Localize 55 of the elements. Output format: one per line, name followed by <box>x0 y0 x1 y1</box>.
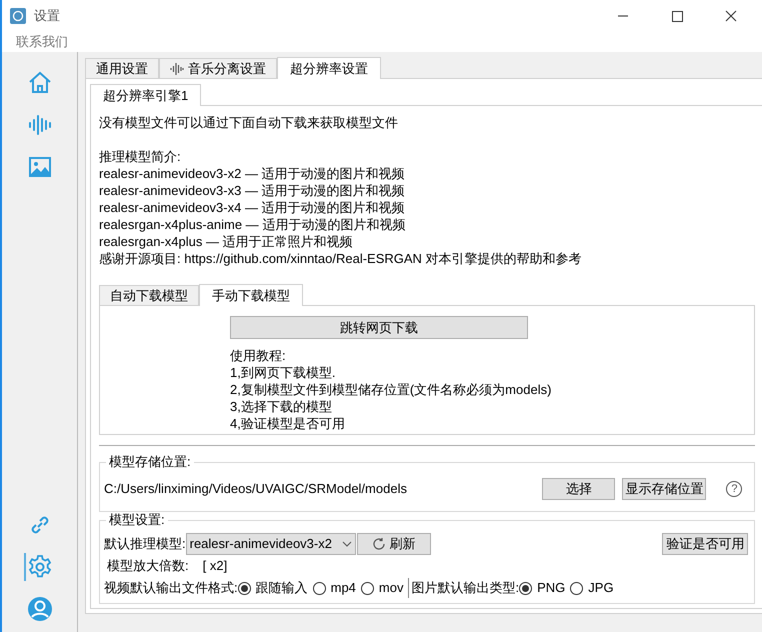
home-icon[interactable] <box>26 70 52 96</box>
radio-option[interactable]: JPG <box>570 578 614 598</box>
radio-option[interactable]: mp4 <box>312 578 356 598</box>
field-label: 图片默认输出类型: <box>411 579 520 598</box>
download-tab[interactable]: 自动下载模型 <box>99 285 199 305</box>
menu-item[interactable]: 联系我们 <box>16 32 68 52</box>
sound-wave-icon[interactable] <box>26 112 52 138</box>
field-label: 默认推理模型: <box>104 535 186 554</box>
sound-wave-icon <box>170 62 184 76</box>
app-logo-icon <box>10 8 26 24</box>
radio-button[interactable] <box>519 582 532 594</box>
refresh-icon <box>372 537 386 551</box>
radio-option[interactable]: PNG <box>519 578 566 598</box>
open-webpage-button[interactable]: 跳转网页下载 <box>230 316 528 339</box>
window-title: 设置 <box>34 7 60 26</box>
notice-text: 没有模型文件可以通过下面自动下载来获取模型文件 <box>99 114 399 131</box>
model-description: realesr-animevideov3-x4 — 适用于动漫的图片和视频 <box>99 199 406 216</box>
tutorial-step: 使用教程: <box>230 347 552 364</box>
tutorial-step: 2,复制模型文件到模型储存位置(文件名称必须为models) <box>230 381 552 398</box>
user-icon[interactable] <box>26 596 52 622</box>
settings-tab[interactable]: 音乐分离设置 <box>159 58 277 78</box>
section-heading: 推理模型简介: <box>99 148 182 165</box>
group-title: 模型设置: <box>106 512 168 528</box>
tutorial-step: 3,选择下载的模型 <box>230 398 552 415</box>
settings-tab[interactable]: 通用设置 <box>85 58 159 78</box>
settings-tab[interactable]: 超分辨率设置 <box>277 57 381 79</box>
choose-button[interactable]: 选择 <box>542 478 616 500</box>
model-description: realesr-animevideov3-x3 — 适用于动漫的图片和视频 <box>99 182 406 199</box>
model-description: realesrgan-x4plus-anime — 适用于动漫的图片和视频 <box>99 216 406 233</box>
tutorial-step: 1,到网页下载模型. <box>230 364 552 381</box>
model-description: realesrgan-x4plus — 适用于正常照片和视频 <box>99 233 354 250</box>
credits-text: 感谢开源项目: https://github.com/xinntao/Real-ESRGAN 对本引擎提供的帮助和参考 <box>99 250 583 267</box>
radio-button[interactable] <box>312 582 326 594</box>
group-title: 模型存储位置: <box>106 454 194 470</box>
field-label: 视频默认输出文件格式: <box>104 579 238 598</box>
show-location-button[interactable]: 显示存储位置 <box>622 478 706 500</box>
engine-tab[interactable]: 超分辨率引擎1 <box>90 84 202 106</box>
image-icon[interactable] <box>26 154 52 180</box>
chevron-down-icon <box>342 541 352 547</box>
field-label: 模型放大倍数: <box>107 557 189 576</box>
radio-option[interactable]: mov <box>360 578 404 598</box>
scale-value: [ x2] <box>202 557 228 576</box>
radio-button[interactable] <box>238 582 251 594</box>
model-dropdown[interactable]: realesr-animevideov3-x2 <box>186 533 356 555</box>
refresh-button[interactable]: 刷新 <box>356 533 431 555</box>
radio-option[interactable]: 跟随输入 <box>238 578 308 598</box>
radio-button[interactable] <box>360 582 374 594</box>
verify-button[interactable]: 验证是否可用 <box>662 533 748 555</box>
storage-path: C:/Users/linximing/Videos/UVAIGC/SRModel/models <box>104 480 408 498</box>
settings-icon[interactable] <box>26 554 52 580</box>
download-tab[interactable]: 手动下载模型 <box>199 284 303 306</box>
help-button[interactable]: ? <box>726 481 742 497</box>
radio-button[interactable] <box>570 582 584 594</box>
tutorial-step: 4,验证模型是否可用 <box>230 415 552 432</box>
model-description: realesr-animevideov3-x2 — 适用于动漫的图片和视频 <box>99 165 406 182</box>
